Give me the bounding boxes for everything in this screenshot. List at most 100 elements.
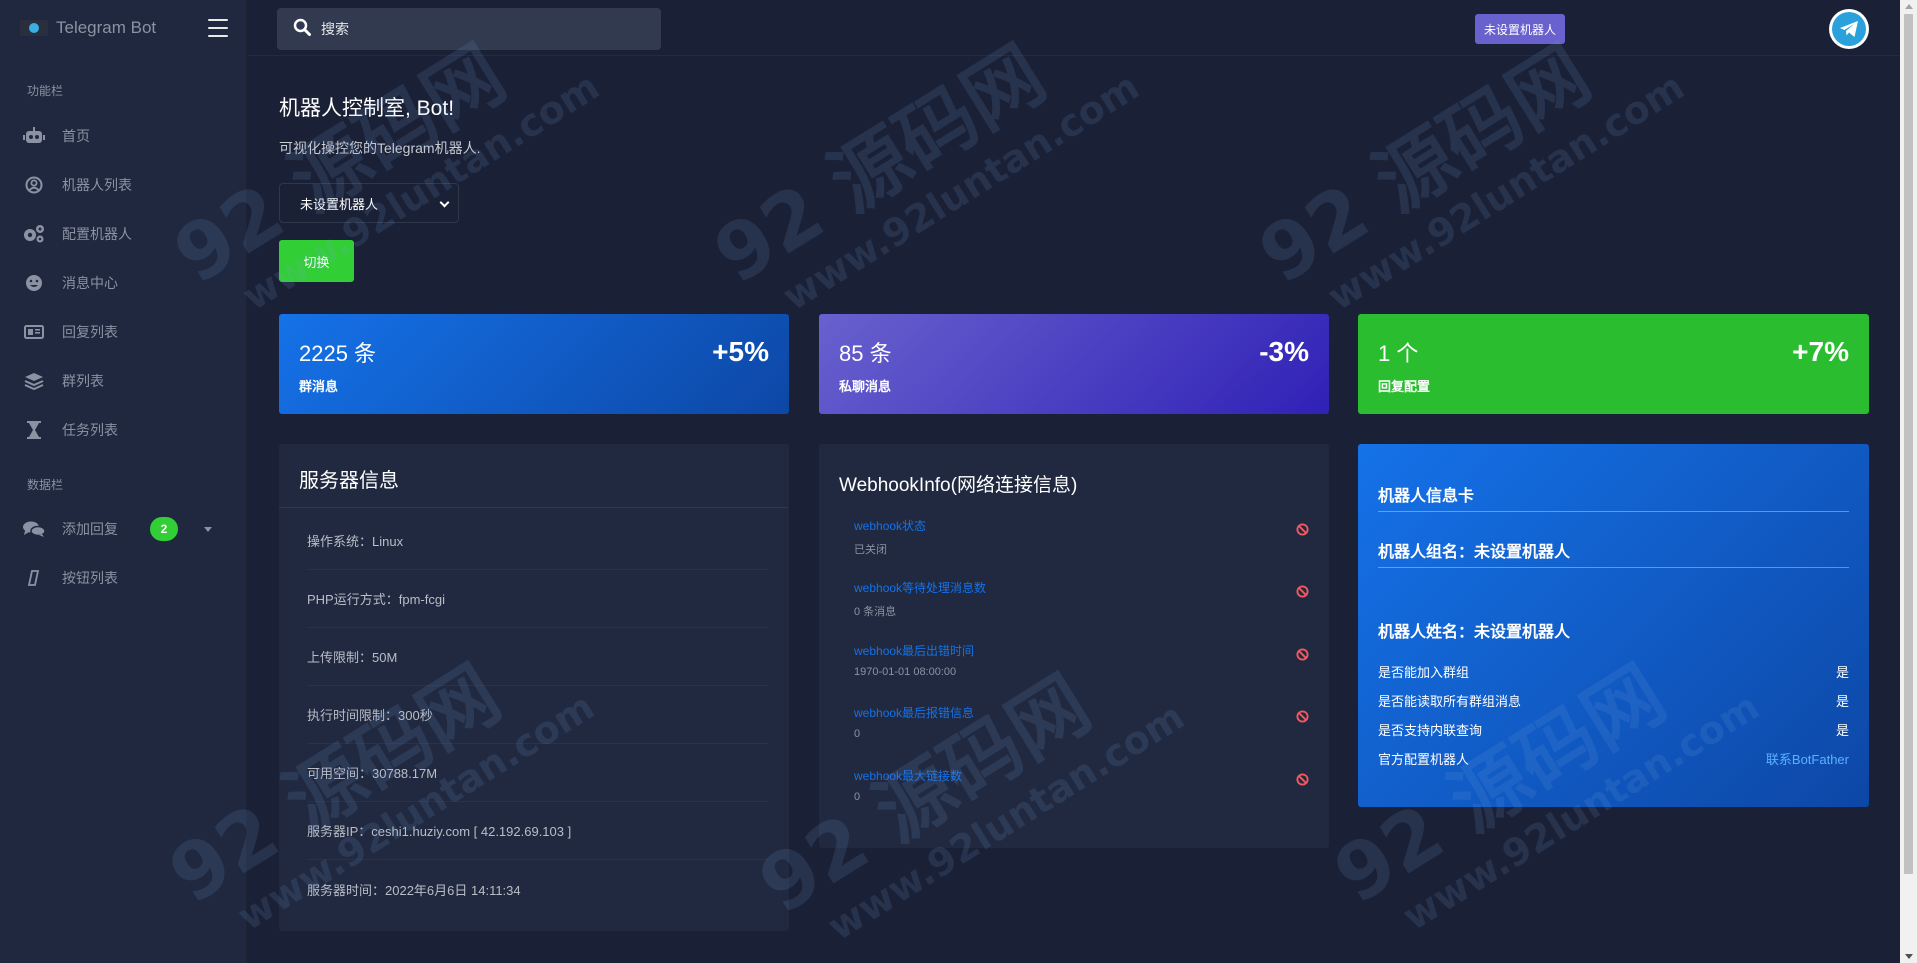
- webhook-value: 已关闭: [854, 544, 887, 556]
- ban-icon: [1296, 773, 1309, 791]
- server-info-card: 服务器信息 操作系统：Linux PHP运行方式：fpm-fcgi 上传限制：5…: [279, 444, 789, 931]
- bot-status-tag[interactable]: 未设置机器人: [1475, 14, 1566, 44]
- stat-value: 1 个: [1378, 341, 1419, 366]
- chevron-down-icon[interactable]: [204, 527, 212, 532]
- webhook-key[interactable]: webhook最后出错时间: [854, 642, 1309, 659]
- pencil-icon: [22, 568, 46, 588]
- smile-icon: [22, 273, 46, 293]
- stat-card-reply-config: 1 个 回复配置 +7%: [1358, 314, 1869, 414]
- bot-info-value: 是: [1835, 694, 1849, 709]
- scrollbar-thumb[interactable]: [1904, 14, 1913, 874]
- stat-label: 回复配置: [1378, 379, 1431, 394]
- sidebar-item-message-center[interactable]: 消息中心: [0, 263, 247, 303]
- webhook-key[interactable]: webhook最大链接数: [854, 767, 1309, 784]
- topbar: 未设置机器人: [247, 0, 1900, 56]
- ban-icon: [1296, 585, 1309, 603]
- sidebar-item-group-list[interactable]: 群列表: [0, 361, 247, 401]
- menu-toggle-icon[interactable]: [208, 19, 228, 37]
- sidebar-item-bot-list[interactable]: 机器人列表: [0, 165, 247, 205]
- sidebar-item-button-list[interactable]: 按钮列表: [0, 558, 247, 598]
- bot-info-value: 是: [1835, 723, 1849, 738]
- section-label-main: 功能栏: [27, 84, 64, 98]
- chevron-down-icon: [439, 197, 450, 208]
- gears-icon: [22, 224, 46, 244]
- search-icon[interactable]: [293, 18, 311, 41]
- bot-select-value: 未设置机器人: [300, 196, 379, 212]
- stat-label: 私聊消息: [839, 379, 892, 394]
- sidebar: Telegram Bot 功能栏 首页 机器人列表 配置机器人 消息中心 回复列…: [0, 0, 247, 963]
- sidebar-item-home[interactable]: 首页: [0, 116, 247, 156]
- scroll-up-icon[interactable]: [1905, 4, 1913, 9]
- webhook-key[interactable]: webhook等待处理消息数: [854, 579, 1309, 596]
- server-row: 执行时间限制：300秒: [307, 686, 769, 744]
- divider: [279, 507, 789, 508]
- sidebar-item-task-list[interactable]: 任务列表: [0, 410, 247, 450]
- ban-icon: [1296, 523, 1309, 541]
- webhook-value: 0: [854, 791, 861, 803]
- stat-card-group-messages: 2225 条 群消息 +5%: [279, 314, 789, 414]
- sidebar-item-add-reply[interactable]: 添加回复 2: [0, 509, 247, 549]
- card-title: 机器人信息卡: [1378, 488, 1475, 505]
- divider: [1378, 567, 1849, 568]
- sidebar-item-label: 配置机器人: [62, 226, 132, 242]
- hourglass-icon: [22, 420, 46, 440]
- stat-change: +5%: [712, 336, 769, 367]
- webhook-key[interactable]: webhook状态: [854, 517, 1309, 534]
- sidebar-item-label: 消息中心: [62, 275, 118, 291]
- bot-info-card: 机器人信息卡 机器人组名：未设置机器人 机器人姓名：未设置机器人 是否能加入群组…: [1358, 444, 1869, 807]
- comments-icon: [22, 519, 46, 539]
- page-subtitle: 可视化操控您的Telegram机器人.: [279, 140, 481, 156]
- sidebar-item-label: 首页: [62, 128, 90, 144]
- bot-info-label: 是否能加入群组: [1378, 665, 1470, 680]
- telegram-icon: [1832, 12, 1866, 46]
- ban-icon: [1296, 648, 1309, 666]
- bot-info-label: 是否能读取所有群组消息: [1378, 694, 1522, 709]
- page-title: 机器人控制室, Bot!: [279, 97, 455, 120]
- webhook-value: 0 条消息: [854, 606, 897, 618]
- webhook-item: webhook最大链接数 0: [854, 767, 1309, 803]
- avatar[interactable]: [1829, 9, 1869, 49]
- sidebar-item-config-bot[interactable]: 配置机器人: [0, 214, 247, 254]
- webhook-key[interactable]: webhook最后报错信息: [854, 704, 1309, 721]
- card-title: 服务器信息: [299, 470, 399, 492]
- server-row: 可用空间：30788.17M: [307, 744, 769, 802]
- webhook-item: webhook最后报错信息 0: [854, 704, 1309, 740]
- webhook-value: 1970-01-01 08:00:00: [854, 666, 957, 678]
- brand-title: Telegram Bot: [56, 18, 157, 37]
- webhook-item: webhook等待处理消息数 0 条消息: [854, 579, 1309, 619]
- stat-value: 85 条: [839, 341, 892, 366]
- stat-value: 2225 条: [299, 341, 377, 366]
- scroll-down-icon[interactable]: [1905, 954, 1913, 959]
- search-input[interactable]: [321, 21, 641, 37]
- ban-icon: [1296, 710, 1309, 728]
- user-circle-icon: [22, 175, 46, 195]
- server-row: 操作系统：Linux: [307, 512, 769, 570]
- sidebar-item-reply-list[interactable]: 回复列表: [0, 312, 247, 352]
- telegram-logo-icon: [20, 20, 48, 36]
- webhook-item: webhook状态 已关闭: [854, 517, 1309, 557]
- stat-change: -3%: [1259, 336, 1309, 367]
- server-row: 服务器时间：2022年6月6日 14:11:34: [307, 882, 521, 898]
- card-title: WebhookInfo(网络连接信息): [839, 475, 1078, 496]
- bot-info-value: 是: [1835, 665, 1849, 680]
- server-row: 上传限制：50M: [307, 628, 769, 686]
- sidebar-item-label: 任务列表: [62, 422, 118, 438]
- bot-select[interactable]: 未设置机器人: [279, 183, 459, 223]
- botfather-link[interactable]: 联系BotFather: [1766, 749, 1849, 768]
- webhook-value: 0: [854, 728, 861, 740]
- section-label-data: 数据栏: [27, 478, 64, 492]
- sidebar-item-label: 回复列表: [62, 324, 118, 340]
- bot-name: 机器人姓名：未设置机器人: [1378, 624, 1571, 641]
- count-badge: 2: [150, 517, 178, 541]
- bot-group-name: 机器人组名：未设置机器人: [1378, 544, 1571, 561]
- bot-info-row: 是否能读取所有群组消息 是: [1378, 691, 1849, 710]
- sidebar-item-label: 群列表: [62, 373, 104, 389]
- brand[interactable]: Telegram Bot: [0, 0, 246, 56]
- search-box[interactable]: [277, 8, 661, 50]
- bot-info-row: 是否支持内联查询 是: [1378, 720, 1849, 739]
- webhook-item: webhook最后出错时间 1970-01-01 08:00:00: [854, 642, 1309, 678]
- scrollbar[interactable]: [1900, 0, 1917, 963]
- webhook-info-card: WebhookInfo(网络连接信息) webhook状态 已关闭 webhoo…: [819, 444, 1329, 848]
- robot-icon: [22, 126, 46, 146]
- switch-button[interactable]: 切换: [279, 240, 354, 282]
